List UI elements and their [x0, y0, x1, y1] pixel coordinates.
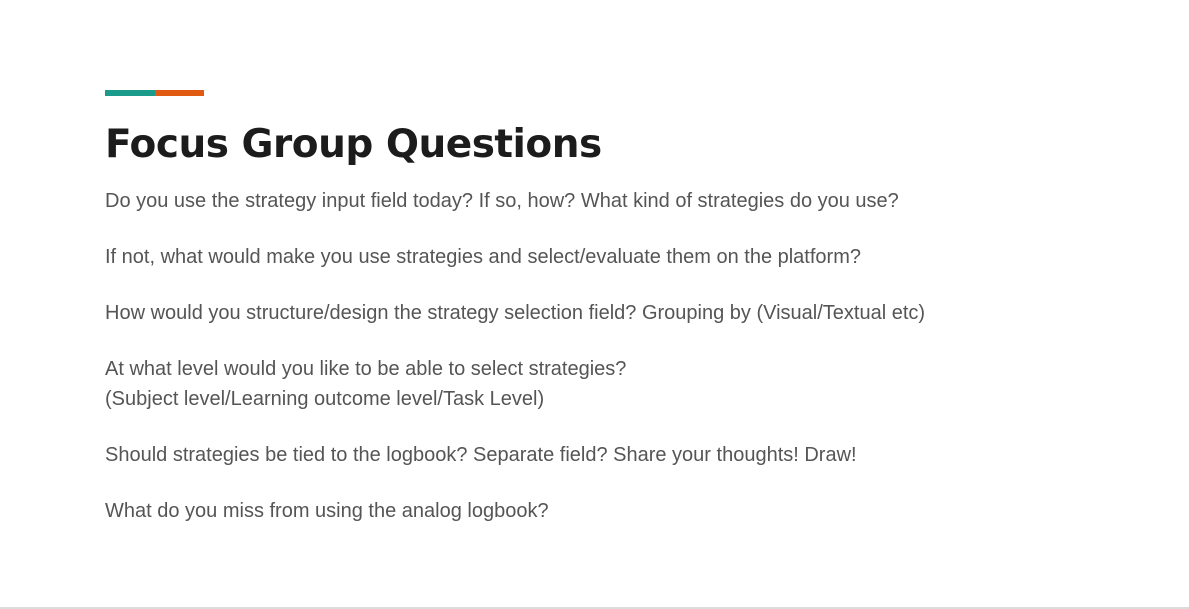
question-text: Should strategies be tied to the logbook…	[105, 444, 857, 466]
accent-orange-segment	[155, 90, 204, 96]
question-item: Should strategies be tied to the logbook…	[105, 440, 1105, 470]
question-item: If not, what would make you use strategi…	[105, 242, 1105, 272]
question-text: At what level would you like to be able …	[105, 358, 627, 380]
slide-title: Focus Group Questions	[105, 122, 602, 167]
slide: Focus Group Questions Do you use the str…	[0, 0, 1189, 609]
question-subtext: (Subject level/Learning outcome level/Ta…	[105, 388, 545, 410]
question-text: How would you structure/design the strat…	[105, 302, 926, 324]
question-item: What do you miss from using the analog l…	[105, 496, 1105, 526]
accent-bar	[105, 90, 204, 96]
question-text: Do you use the strategy input field toda…	[105, 190, 899, 212]
question-list: Do you use the strategy input field toda…	[105, 186, 1105, 552]
question-item: Do you use the strategy input field toda…	[105, 186, 1105, 216]
accent-teal-segment	[105, 90, 155, 96]
question-item: At what level would you like to be able …	[105, 354, 1105, 414]
question-text: If not, what would make you use strategi…	[105, 246, 861, 268]
question-text: What do you miss from using the analog l…	[105, 500, 549, 522]
question-item: How would you structure/design the strat…	[105, 298, 1105, 328]
